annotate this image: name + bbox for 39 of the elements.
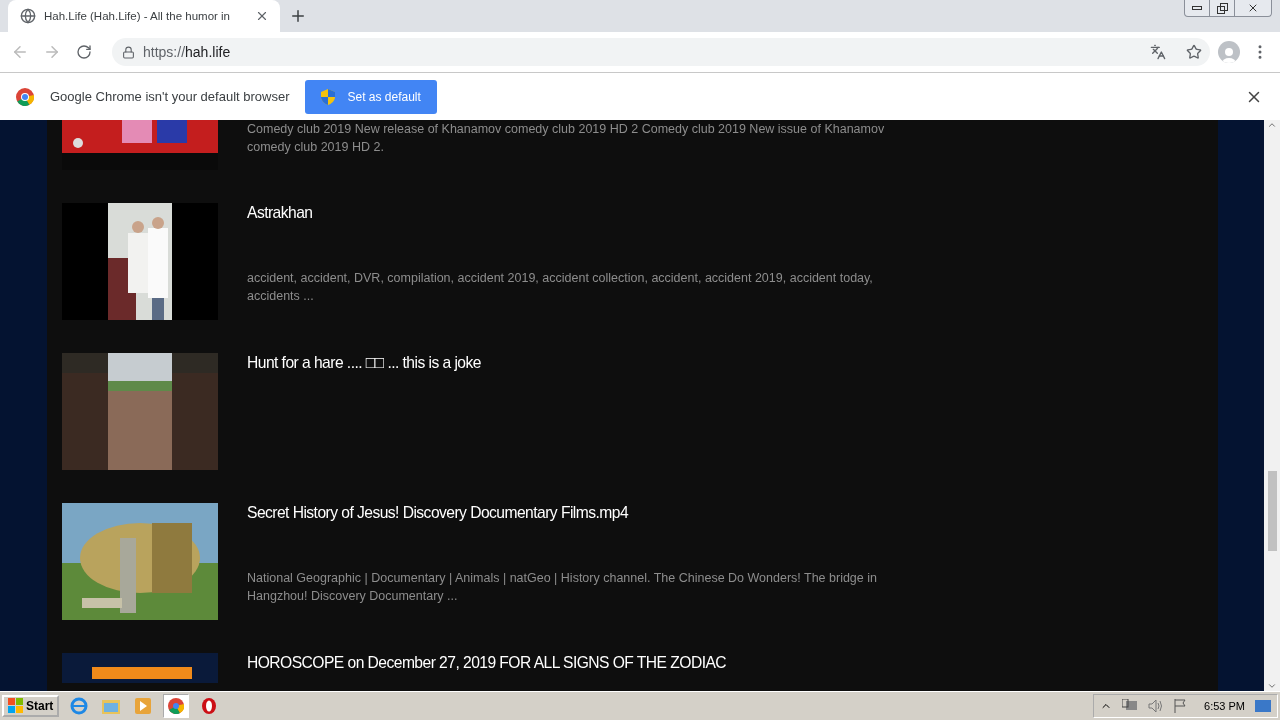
video-description: accident, accident, DVR, compilation, accident 2019, accident collection, accident, accident 2019, accident today, accidents ... [247,270,874,305]
lock-icon [122,45,135,59]
chrome-logo-icon [16,87,34,106]
set-default-button[interactable]: Set as default [305,79,437,114]
flag-icon[interactable] [1174,699,1189,713]
url-text: https://hah.life [143,44,232,60]
forward-icon[interactable] [43,43,61,61]
close-icon[interactable] [255,9,269,23]
globe-icon [20,8,36,24]
browser-tab[interactable]: Hah.Life (Hah.Life) - All the humor in [8,0,280,32]
scroll-thumb[interactable] [1267,471,1277,551]
video-description: National Geographic | Documentary | Animals | natGeo | History channel. The Chinese Do Wonders! The bridge in Hangzhou! Discovery Documentary ... [247,570,878,605]
restore-icon [1216,2,1228,14]
shield-icon [321,88,336,105]
start-button[interactable]: Start [2,695,60,717]
speaker-icon[interactable] [1148,699,1165,713]
video-title[interactable]: Secret History of Jesus! Discovery Documentary Films.mp4 [247,503,873,523]
star-icon[interactable] [1186,44,1202,60]
infobar-message: Google Chrome isn't your default browser [50,89,290,104]
scroll-up-icon[interactable] [1267,120,1277,130]
video-title[interactable]: Astrakhan [247,203,873,223]
clock[interactable]: 6:53 PM [1204,700,1245,712]
video-description: Comedy club 2019 New release of Khanamov comedy club 2019 HD 2 Comedy club 2019 New issue of Khanamov comedy club 2019 HD 2. [247,121,886,156]
windows-logo-icon [8,698,24,714]
minimize-icon [1192,6,1202,10]
profile-avatar[interactable] [1218,41,1240,63]
scrollbar[interactable] [1264,120,1280,691]
translate-icon[interactable] [1150,44,1166,60]
network-icon[interactable] [1122,699,1139,713]
back-icon[interactable] [11,43,29,61]
video-title[interactable]: HOROSCOPE on December 27, 2019 FOR ALL SIGNS OF THE ZODIAC [247,653,873,673]
new-tab-icon[interactable] [289,7,307,25]
scroll-down-icon[interactable] [1267,681,1277,691]
address-bar[interactable]: https://hah.life [112,38,1210,66]
close-icon [1247,2,1259,14]
chrome-taskbar-icon[interactable] [163,694,190,718]
tab-title: Hah.Life (Hah.Life) - All the humor in [44,10,231,22]
video-title[interactable]: Hunt for a hare .... □□ ... this is a joke [247,353,873,373]
reload-icon[interactable] [76,44,92,60]
